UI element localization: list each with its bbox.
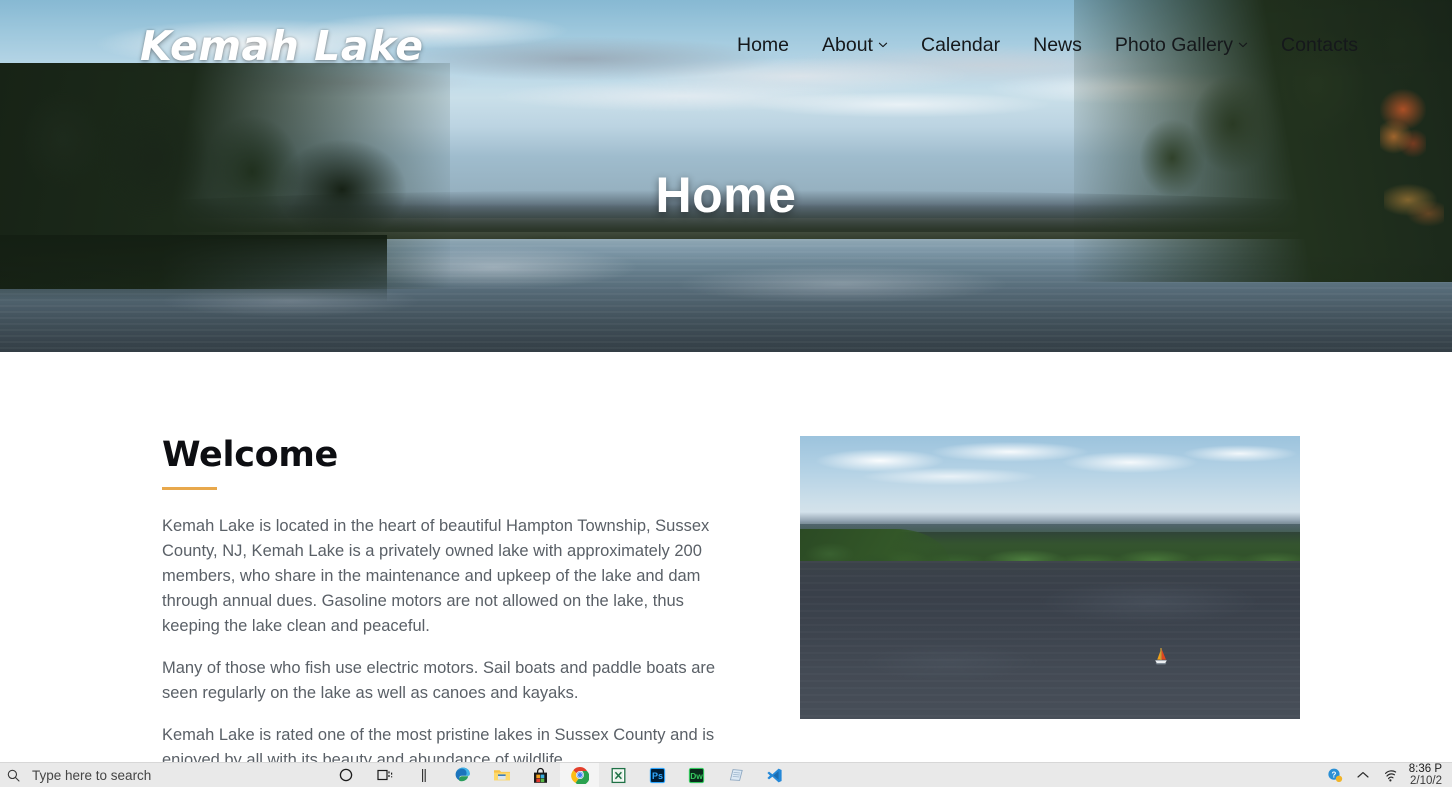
chrome-icon[interactable] [560, 762, 599, 787]
aerial-lake-photo [800, 436, 1300, 719]
welcome-paragraph-1: Kemah Lake is located in the heart of be… [162, 516, 710, 635]
photo-clouds [800, 436, 1300, 524]
nav-item-calendar[interactable]: Calendar [921, 36, 1000, 56]
svg-text:Dw: Dw [690, 771, 703, 781]
task-view-icon[interactable] [365, 763, 404, 787]
cortana-icon[interactable] [326, 763, 365, 787]
browser-viewport: Kemah Lake Home About Calendar News Phot… [0, 0, 1452, 762]
chevron-down-icon [878, 40, 888, 50]
clock-date: 2/10/2 [1410, 775, 1442, 787]
microsoft-store-icon[interactable] [521, 763, 560, 787]
site-logo[interactable]: Kemah Lake [140, 25, 424, 67]
nav-item-news[interactable]: News [1033, 36, 1082, 56]
site-header: Kemah Lake Home About Calendar News Phot… [0, 0, 1452, 92]
page-title: Home [655, 167, 797, 223]
edge-icon[interactable] [443, 763, 482, 787]
welcome-heading: Welcome [162, 435, 338, 475]
welcome-text-column: Welcome Kemah Lake is located in the hea… [162, 436, 722, 762]
excel-icon[interactable] [599, 763, 638, 787]
chevron-up-icon[interactable] [1349, 763, 1377, 787]
help-icon[interactable]: ? [1321, 763, 1349, 787]
nav-item-photo-gallery[interactable]: Photo Gallery [1115, 36, 1248, 56]
nav-label-calendar: Calendar [920, 34, 1001, 57]
welcome-image-column [800, 436, 1300, 719]
welcome-paragraph-2: Many of those who fish use electric moto… [162, 658, 716, 702]
vscode-icon[interactable] [755, 763, 794, 787]
nav-label-contacts: Contacts [1281, 34, 1358, 57]
nav-item-about[interactable]: About [822, 36, 888, 56]
separator-icon [404, 763, 443, 787]
clock-time: 8:36 P [1408, 763, 1442, 775]
main-content: Welcome Kemah Lake is located in the hea… [0, 352, 1452, 762]
windows-taskbar: Type here to search Ps Dw ? 8:36 P 2/10/… [0, 762, 1452, 787]
main-navigation: Home About Calendar News Photo Gallery C… [737, 36, 1408, 56]
taskbar-clock[interactable]: 8:36 P 2/10/2 [1405, 763, 1448, 787]
taskbar-search-box[interactable]: Type here to search [26, 763, 326, 787]
search-icon [7, 769, 20, 782]
dreamweaver-icon[interactable]: Dw [677, 763, 716, 787]
file-explorer-icon[interactable] [482, 763, 521, 787]
chevron-down-icon [1238, 40, 1248, 50]
notepad-icon[interactable] [716, 763, 755, 787]
hero-banner: Kemah Lake Home About Calendar News Phot… [0, 0, 1452, 352]
taskbar-app-icons: Ps Dw [326, 762, 794, 787]
nav-label-photo-gallery: Photo Gallery [1114, 34, 1234, 57]
search-placeholder-text: Type here to search [32, 767, 152, 783]
nav-label-news: News [1033, 34, 1082, 57]
svg-text:?: ? [1331, 770, 1336, 779]
nav-label-about: About [822, 34, 873, 57]
photoshop-icon[interactable]: Ps [638, 763, 677, 787]
svg-text:Ps: Ps [652, 771, 663, 781]
start-button[interactable] [0, 769, 26, 782]
nav-label-home: Home [736, 34, 790, 57]
welcome-paragraph-3: Kemah Lake is rated one of the most pris… [162, 725, 715, 763]
wifi-icon[interactable] [1377, 763, 1405, 787]
photo-water [800, 560, 1300, 719]
sailboat-icon [1153, 647, 1169, 667]
nav-item-home[interactable]: Home [737, 36, 789, 56]
system-tray: ? 8:36 P 2/10/2 [1321, 763, 1452, 787]
nav-item-contacts[interactable]: Contacts [1281, 36, 1358, 56]
heading-accent-rule [162, 486, 217, 490]
welcome-row: Welcome Kemah Lake is located in the hea… [0, 436, 1452, 762]
